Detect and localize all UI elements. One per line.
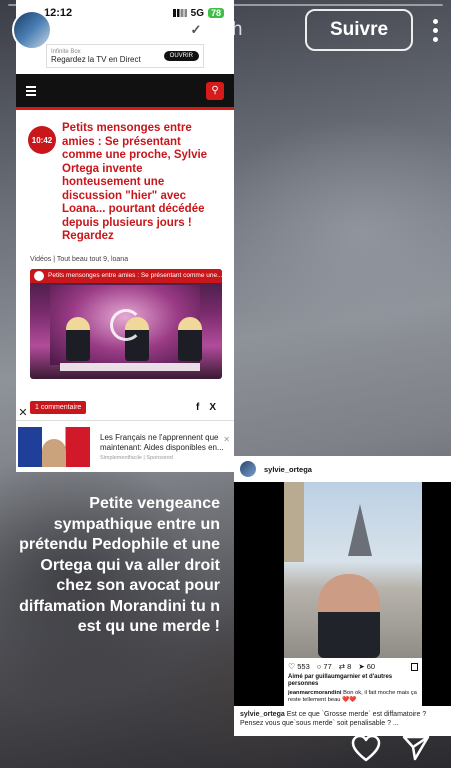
article-headline: Petits mensonges entre amies : Se présen… (62, 122, 208, 242)
post-username: sylvie_ortega (264, 464, 312, 474)
comments-button: 1 commentaire (30, 400, 87, 414)
avatar (240, 461, 256, 477)
follow-button[interactable]: Suivre (305, 9, 413, 51)
caption-username: sylvie_ortega (240, 711, 285, 718)
paper-plane-icon[interactable] (401, 734, 431, 762)
heart-outline-icon: ♡ (288, 662, 296, 671)
ad-close-icon: ✕ (16, 405, 30, 419)
shares-count: 60 (366, 662, 376, 671)
comment-username: jeanmarcmorandini (288, 690, 342, 696)
story-actions (351, 734, 431, 762)
bookmark-icon (411, 662, 418, 671)
site-navbar: ⚲ (16, 74, 234, 110)
send-icon: ➤ (358, 662, 365, 671)
post-header: sylvie_ortega (234, 456, 451, 482)
ad-dismiss-icon: ✕ (223, 435, 230, 444)
loading-spinner-icon (110, 308, 142, 341)
post-photo (284, 482, 422, 658)
x-icon: X (209, 401, 216, 413)
story-caption: Petite vengeance sympathique entre un pr… (19, 495, 220, 635)
comments-count: 77 (323, 662, 332, 671)
repost-icon: ⇄ (338, 662, 346, 671)
menu-icon (26, 85, 36, 96)
person-figure (318, 574, 380, 658)
likes-count: 553 (297, 662, 310, 671)
ad-title: Les Français ne l'apprennent que mainten… (100, 432, 224, 452)
story-username[interactable]: sylvie_ort... (66, 19, 180, 42)
story-header: sylvie_ort... ✓ 1 h Suivre (12, 8, 439, 52)
liked-by: Aimé par guillaumgarnier et d'autres per… (288, 674, 393, 687)
channel-logo-icon (34, 270, 44, 281)
story-progress-bar (8, 4, 443, 6)
ad-text: Regardez la TV en Direct (51, 54, 141, 64)
article-actions: 1 commentaire f X (16, 379, 234, 414)
post-media-frame: ♡ 553 ○ 77 ⇄ 8 ➤ 60 Aimé par guillaumgar… (234, 482, 451, 706)
comment-icon: ○ (316, 662, 322, 671)
video-title: Petits mensonges entre amies : Se présen… (30, 268, 222, 283)
sponsored-ad-card: Les Français ne l'apprennent que mainten… (16, 420, 234, 472)
article-header: 10:42 Petits mensonges entre amies : Se … (16, 110, 234, 244)
verified-badge-icon: ✓ (185, 20, 206, 40)
reposts-count: 8 (347, 662, 352, 671)
post-stats: ♡ 553 ○ 77 ⇄ 8 ➤ 60 Aimé par guillaumgar… (284, 658, 422, 706)
post-screenshot: sylvie_ortega ♡ 553 ○ 77 ⇄ 8 ➤ 60 Aimé p… (234, 456, 451, 736)
person-figure (66, 316, 90, 361)
ad-sponsor: Simplementfacile | Sponsored (100, 454, 173, 461)
article-screenshot: 12:12 5G 78 Infinite Box Regardez la TV … (16, 0, 234, 470)
ad-image (18, 426, 90, 467)
video-player: Petits mensonges entre amies : Se présen… (30, 268, 222, 379)
facebook-icon: f (195, 401, 200, 413)
ad-open-button: OUVRIR (163, 51, 199, 61)
person-figure (178, 316, 202, 361)
eiffel-tower-shape (348, 504, 372, 556)
video-lower-third (60, 362, 200, 371)
article-category: Vidéos | Tout beau tout 9, loana (30, 255, 129, 263)
time-badge: 10:42 (28, 126, 56, 154)
more-options-icon[interactable] (431, 18, 439, 42)
story-time: 1 h (215, 19, 243, 40)
search-icon: ⚲ (206, 81, 224, 100)
building-column (284, 482, 304, 562)
heart-icon[interactable] (351, 734, 381, 762)
avatar[interactable] (12, 10, 52, 50)
